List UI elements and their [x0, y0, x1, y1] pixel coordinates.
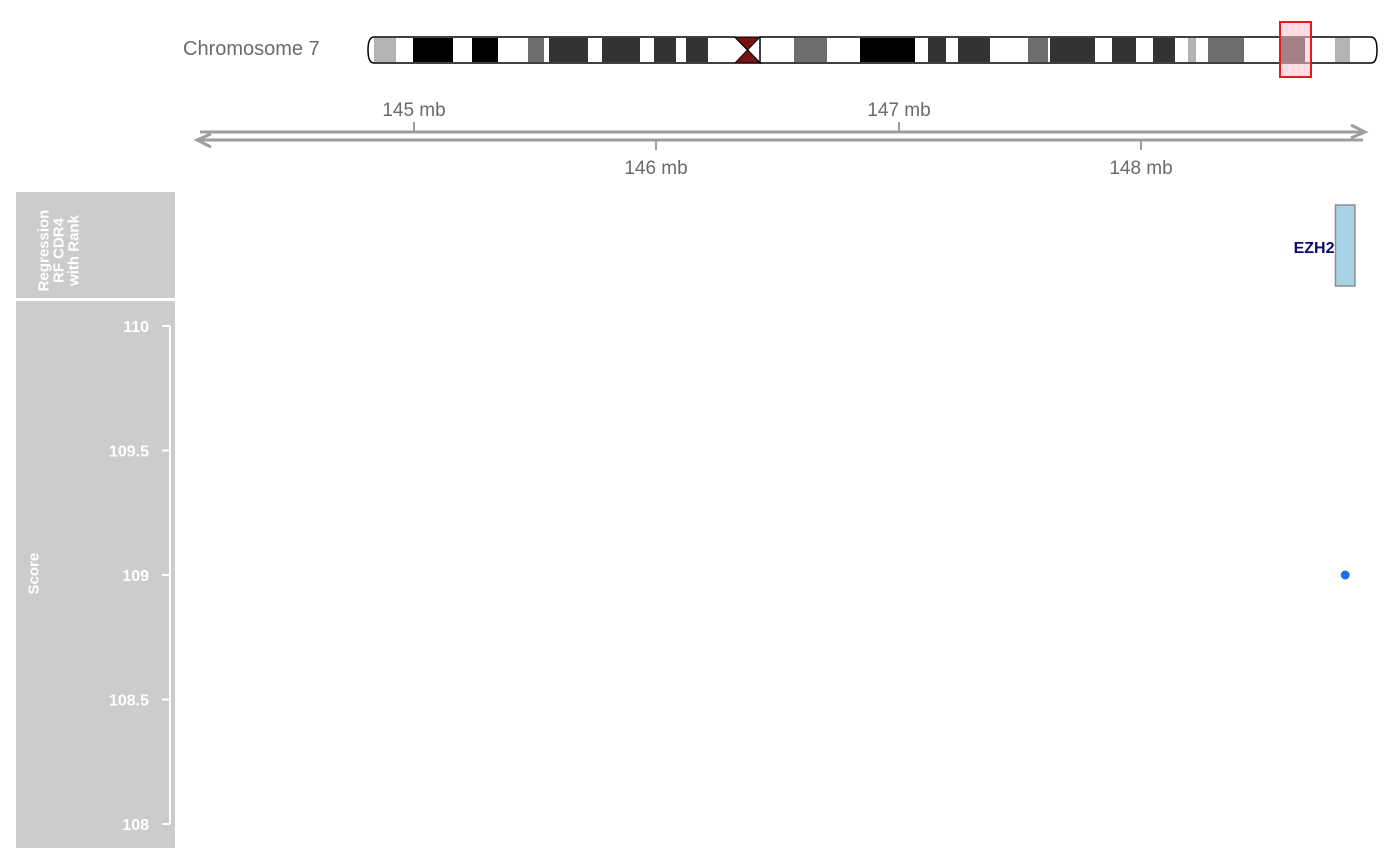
ideogram-band-1 [413, 38, 453, 62]
genome-axis: 145 mb 147 mb 146 mb 148 mb [193, 100, 1369, 179]
ideogram-band-8 [794, 38, 827, 62]
chromosome-ideogram [367, 21, 1378, 78]
score-y-tick-label-3: 108.5 [109, 693, 149, 710]
score-track-points [1340, 570, 1350, 580]
ideogram-band-9 [860, 38, 915, 62]
ideogram-band-4 [549, 38, 588, 62]
ideogram-band-0 [374, 38, 396, 62]
genome-browser-figure: 145 mb 147 mb 146 mb 148 mb 110109.51091… [109, 21, 1378, 834]
score-y-axis: 110 109.5 109 108.5 108 [109, 319, 171, 834]
score-y-tick-label-4: 108 [122, 817, 149, 834]
ideogram-band-16 [1188, 38, 1196, 62]
gene-feature-ezh2 [1334, 204, 1356, 287]
gene-label-ezh2: EZH2 [1294, 240, 1335, 257]
ideogram-band-6 [654, 38, 676, 62]
score-y-tick-label-1: 109.5 [109, 444, 149, 461]
score-y-tick-label-0: 110 [123, 319, 149, 336]
centromere [733, 36, 762, 64]
axis-tick-label-148: 148 mb [1109, 158, 1172, 179]
ideogram-band-10 [928, 38, 946, 62]
ideogram-band-17 [1208, 38, 1244, 62]
ideogram-band-14 [1112, 38, 1136, 62]
ideogram-band-11 [958, 38, 990, 62]
gene-track: EZH2 [1294, 204, 1356, 287]
ideogram-band-3 [528, 38, 544, 62]
axis-tick-label-147: 147 mb [867, 100, 930, 121]
ideogram-region-highlight [1279, 21, 1312, 78]
score-y-tick-label-2: 109 [122, 568, 149, 585]
ideogram-band-19 [1335, 38, 1350, 62]
ideogram-band-15 [1153, 38, 1175, 62]
ideogram-band-5 [602, 38, 640, 62]
score-y-ticks: 110 109.5 109 108.5 108 [109, 319, 170, 834]
ideogram-band-13 [1050, 38, 1095, 62]
axis-tick-label-145: 145 mb [382, 100, 445, 121]
ideogram-band-12 [1028, 38, 1048, 62]
ideogram-bands [374, 38, 1350, 62]
score-point-0 [1340, 570, 1350, 580]
axis-tick-label-146: 146 mb [624, 158, 687, 179]
ideogram-band-7 [686, 38, 708, 62]
ideogram-band-2 [472, 38, 498, 62]
